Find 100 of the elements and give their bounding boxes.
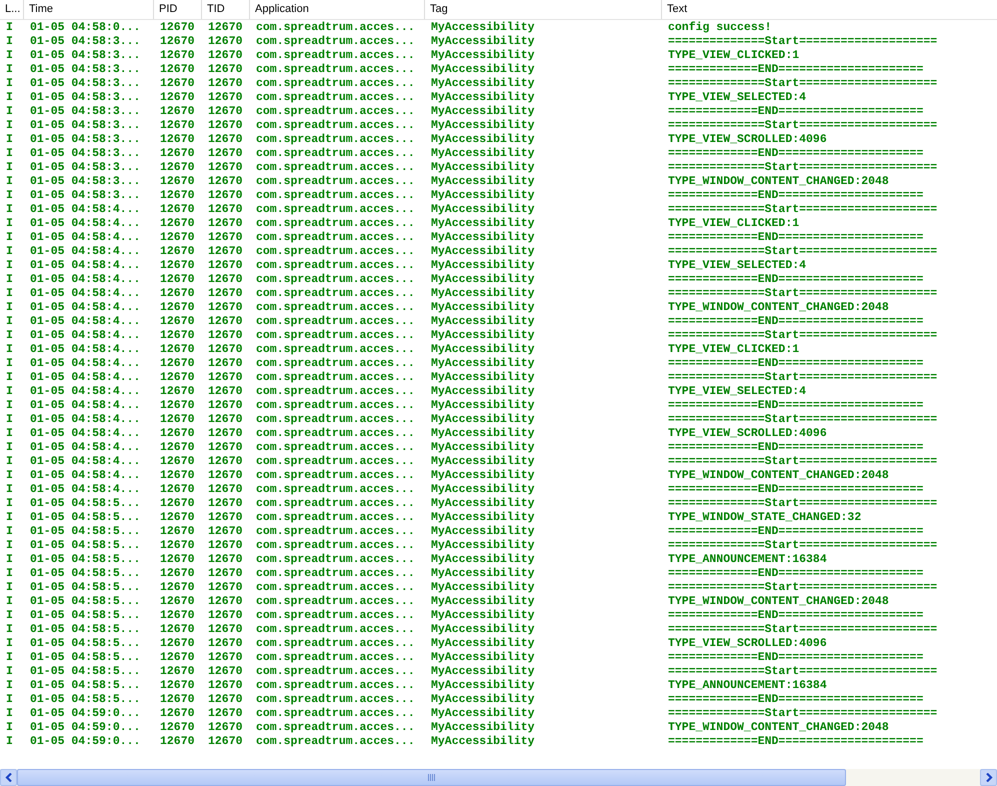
table-cell: com.spreadtrum.acces...	[256, 63, 415, 76]
table-cell: I	[6, 623, 13, 636]
table-cell: 12670	[208, 609, 243, 622]
table-cell: 12670	[208, 707, 243, 720]
table-cell: MyAccessibility	[431, 63, 535, 76]
table-cell: 12670	[208, 329, 243, 342]
table-cell: 01-05 04:58:3...	[30, 49, 140, 62]
table-cell: com.spreadtrum.acces...	[256, 497, 415, 510]
table-cell: MyAccessibility	[431, 553, 535, 566]
table-cell: ==============Start====================	[668, 581, 938, 594]
table-cell: com.spreadtrum.acces...	[256, 133, 415, 146]
table-cell: 12670	[208, 357, 243, 370]
table-cell: MyAccessibility	[431, 49, 535, 62]
table-cell: TYPE_VIEW_SCROLLED:4096	[668, 637, 827, 650]
table-cell: com.spreadtrum.acces...	[256, 161, 415, 174]
table-cell: 12670	[208, 413, 243, 426]
table-cell: 01-05 04:58:3...	[30, 133, 140, 146]
table-cell: TYPE_VIEW_SELECTED:4	[668, 91, 806, 104]
table-cell: I	[6, 567, 13, 580]
column-header[interactable]: TID	[202, 0, 250, 19]
table-cell: 01-05 04:58:5...	[30, 511, 140, 524]
table-cell: com.spreadtrum.acces...	[256, 301, 415, 314]
table-cell: ==============Start====================	[668, 623, 938, 636]
table-cell: MyAccessibility	[431, 539, 535, 552]
table-cell: I	[6, 413, 13, 426]
column-header[interactable]: Application	[250, 0, 425, 19]
table-cell: MyAccessibility	[431, 301, 535, 314]
scroll-left-button[interactable]	[0, 769, 17, 786]
scroll-right-button[interactable]	[980, 769, 997, 786]
table-cell: 01-05 04:58:5...	[30, 553, 140, 566]
table-cell: I	[6, 217, 13, 230]
table-cell: =============END=====================	[668, 483, 924, 496]
table-cell: 12670	[160, 329, 195, 342]
table-cell: I	[6, 301, 13, 314]
table-cell: com.spreadtrum.acces...	[256, 469, 415, 482]
table-cell: TYPE_WINDOW_STATE_CHANGED:32	[668, 511, 862, 524]
horizontal-scrollbar[interactable]	[0, 768, 997, 786]
table-cell: com.spreadtrum.acces...	[256, 35, 415, 48]
table-cell: com.spreadtrum.acces...	[256, 511, 415, 524]
table-cell: 01-05 04:58:4...	[30, 343, 140, 356]
table-cell: MyAccessibility	[431, 385, 535, 398]
table-cell: I	[6, 105, 13, 118]
table-cell: MyAccessibility	[431, 329, 535, 342]
table-cell: MyAccessibility	[431, 175, 535, 188]
table-cell: MyAccessibility	[431, 441, 535, 454]
table-cell: I	[6, 511, 13, 524]
table-cell: I	[6, 161, 13, 174]
column-header[interactable]: Text	[662, 0, 997, 19]
table-cell: 12670	[160, 119, 195, 132]
table-cell: 01-05 04:58:5...	[30, 693, 140, 706]
table-cell: com.spreadtrum.acces...	[256, 595, 415, 608]
column-header[interactable]: PID	[154, 0, 202, 19]
table-cell: 12670	[160, 567, 195, 580]
table-cell: TYPE_VIEW_SCROLLED:4096	[668, 427, 827, 440]
table-cell: 12670	[160, 623, 195, 636]
table-cell: MyAccessibility	[431, 287, 535, 300]
table-cell: 01-05 04:58:4...	[30, 245, 140, 258]
table-cell: TYPE_ANNOUNCEMENT:16384	[668, 553, 827, 566]
scrollbar-thumb[interactable]	[17, 769, 846, 786]
table-cell: com.spreadtrum.acces...	[256, 329, 415, 342]
table-cell: 01-05 04:58:4...	[30, 385, 140, 398]
table-cell: com.spreadtrum.acces...	[256, 623, 415, 636]
column-header[interactable]: Tag	[425, 0, 662, 19]
table-cell: 01-05 04:58:4...	[30, 427, 140, 440]
table-cell: 12670	[208, 245, 243, 258]
table-cell: 01-05 04:58:4...	[30, 259, 140, 272]
table-cell: 01-05 04:58:4...	[30, 273, 140, 286]
table-cell: MyAccessibility	[431, 581, 535, 594]
table-cell: com.spreadtrum.acces...	[256, 287, 415, 300]
table-cell: com.spreadtrum.acces...	[256, 273, 415, 286]
table-cell: 01-05 04:58:4...	[30, 455, 140, 468]
table-cell: 12670	[160, 287, 195, 300]
table-cell: ==============Start====================	[668, 539, 938, 552]
column-header[interactable]: L...	[0, 0, 24, 19]
column-header[interactable]: Time	[24, 0, 154, 19]
table-cell: MyAccessibility	[431, 77, 535, 90]
table-cell: 12670	[160, 49, 195, 62]
table-cell: I	[6, 427, 13, 440]
table-cell: 12670	[160, 651, 195, 664]
table-cell: ==============Start====================	[668, 161, 938, 174]
table-cell: I	[6, 399, 13, 412]
table-cell: 12670	[208, 133, 243, 146]
table-cell: =============END=====================	[668, 189, 924, 202]
table-cell: MyAccessibility	[431, 399, 535, 412]
table-cell: 12670	[160, 259, 195, 272]
table-cell: I	[6, 693, 13, 706]
table-cell: ==============Start====================	[668, 497, 938, 510]
table-cell: I	[6, 371, 13, 384]
table-cell: 12670	[160, 105, 195, 118]
table-cell: I	[6, 483, 13, 496]
table-cell: 12670	[208, 441, 243, 454]
table-cell: 12670	[208, 105, 243, 118]
table-cell: 01-05 04:58:5...	[30, 595, 140, 608]
table-cell: I	[6, 679, 13, 692]
table-cell: com.spreadtrum.acces...	[256, 245, 415, 258]
table-cell: 12670	[208, 469, 243, 482]
table-cell: I	[6, 609, 13, 622]
table-cell: com.spreadtrum.acces...	[256, 315, 415, 328]
table-cell: MyAccessibility	[431, 497, 535, 510]
table-cell: =============END=====================	[668, 441, 924, 454]
